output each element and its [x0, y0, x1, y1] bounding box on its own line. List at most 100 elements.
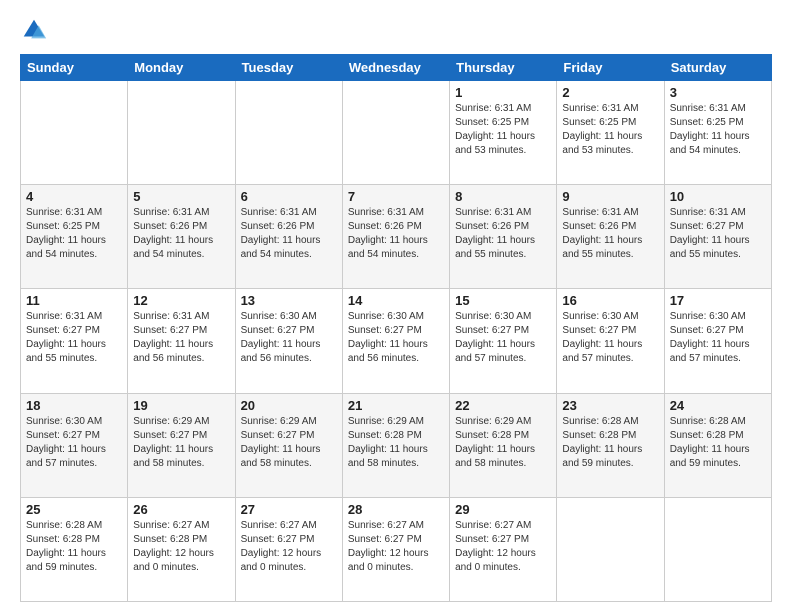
logo [20, 16, 50, 44]
day-info: Sunrise: 6:30 AM Sunset: 6:27 PM Dayligh… [562, 310, 658, 366]
day-number: 15 [455, 293, 551, 308]
week-row-5: 25 Sunrise: 6:28 AM Sunset: 6:28 PM Dayli… [21, 497, 772, 601]
day-number: 19 [133, 398, 229, 413]
day-number: 2 [562, 85, 658, 100]
day-number: 4 [26, 189, 122, 204]
day-info: Sunrise: 6:29 AM Sunset: 6:27 PM Dayligh… [241, 415, 337, 471]
day-info: Sunrise: 6:28 AM Sunset: 6:28 PM Dayligh… [26, 519, 122, 575]
day-info: Sunrise: 6:31 AM Sunset: 6:27 PM Dayligh… [133, 310, 229, 366]
day-number: 16 [562, 293, 658, 308]
day-info: Sunrise: 6:31 AM Sunset: 6:26 PM Dayligh… [348, 206, 444, 262]
day-info: Sunrise: 6:29 AM Sunset: 6:28 PM Dayligh… [348, 415, 444, 471]
day-info: Sunrise: 6:27 AM Sunset: 6:28 PM Dayligh… [133, 519, 229, 575]
day-info: Sunrise: 6:31 AM Sunset: 6:26 PM Dayligh… [133, 206, 229, 262]
day-number: 14 [348, 293, 444, 308]
calendar-cell [235, 81, 342, 185]
day-info: Sunrise: 6:28 AM Sunset: 6:28 PM Dayligh… [670, 415, 766, 471]
calendar-body: 1 Sunrise: 6:31 AM Sunset: 6:25 PM Daylig… [21, 81, 772, 602]
day-number: 23 [562, 398, 658, 413]
calendar-cell: 9 Sunrise: 6:31 AM Sunset: 6:26 PM Daylig… [557, 185, 664, 289]
calendar-cell: 13 Sunrise: 6:30 AM Sunset: 6:27 PM Dayli… [235, 289, 342, 393]
calendar-cell: 6Sunrise: 6:31 AM Sunset: 6:26 PM Daylig… [235, 185, 342, 289]
calendar-cell: 18Sunrise: 6:30 AM Sunset: 6:27 PM Dayli… [21, 393, 128, 497]
calendar-cell: 26 Sunrise: 6:27 AM Sunset: 6:28 PM Dayli… [128, 497, 235, 601]
day-info: Sunrise: 6:27 AM Sunset: 6:27 PM Dayligh… [348, 519, 444, 575]
day-info: Sunrise: 6:28 AM Sunset: 6:28 PM Dayligh… [562, 415, 658, 471]
day-info: Sunrise: 6:31 AM Sunset: 6:26 PM Dayligh… [562, 206, 658, 262]
day-info: Sunrise: 6:27 AM Sunset: 6:27 PM Dayligh… [455, 519, 551, 575]
day-number: 29 [455, 502, 551, 517]
calendar-cell: 10 Sunrise: 6:31 AM Sunset: 6:27 PM Dayli… [664, 185, 771, 289]
calendar-cell: 29 Sunrise: 6:27 AM Sunset: 6:27 PM Dayli… [450, 497, 557, 601]
week-row-2: 4 Sunrise: 6:31 AM Sunset: 6:25 PM Daylig… [21, 185, 772, 289]
day-number: 24 [670, 398, 766, 413]
calendar-cell: 25 Sunrise: 6:28 AM Sunset: 6:28 PM Dayli… [21, 497, 128, 601]
day-info: Sunrise: 6:29 AM Sunset: 6:28 PM Dayligh… [455, 415, 551, 471]
day-info: Sunrise: 6:31 AM Sunset: 6:25 PM Dayligh… [26, 206, 122, 262]
calendar-cell: 24 Sunrise: 6:28 AM Sunset: 6:28 PM Dayli… [664, 393, 771, 497]
day-info: Sunrise: 6:27 AM Sunset: 6:27 PM Dayligh… [241, 519, 337, 575]
day-header-wednesday: Wednesday [342, 55, 449, 81]
day-number: 1 [455, 85, 551, 100]
calendar-cell: 17 Sunrise: 6:30 AM Sunset: 6:27 PM Dayli… [664, 289, 771, 393]
day-info: Sunrise: 6:30 AM Sunset: 6:27 PM Dayligh… [241, 310, 337, 366]
logo-icon [20, 16, 48, 44]
day-info: Sunrise: 6:30 AM Sunset: 6:27 PM Dayligh… [348, 310, 444, 366]
day-info: Sunrise: 6:30 AM Sunset: 6:27 PM Dayligh… [670, 310, 766, 366]
calendar-cell: 22Sunrise: 6:29 AM Sunset: 6:28 PM Dayli… [450, 393, 557, 497]
day-number: 26 [133, 502, 229, 517]
day-header-sunday: Sunday [21, 55, 128, 81]
day-number: 3 [670, 85, 766, 100]
calendar-header: SundayMondayTuesdayWednesdayThursdayFrid… [21, 55, 772, 81]
calendar-cell: 3 Sunrise: 6:31 AM Sunset: 6:25 PM Daylig… [664, 81, 771, 185]
day-number: 12 [133, 293, 229, 308]
day-number: 20 [241, 398, 337, 413]
calendar-table: SundayMondayTuesdayWednesdayThursdayFrid… [20, 54, 772, 602]
day-header-thursday: Thursday [450, 55, 557, 81]
calendar-cell: 19 Sunrise: 6:29 AM Sunset: 6:27 PM Dayli… [128, 393, 235, 497]
week-row-3: 11 Sunrise: 6:31 AM Sunset: 6:27 PM Dayli… [21, 289, 772, 393]
day-number: 28 [348, 502, 444, 517]
calendar-cell: 21Sunrise: 6:29 AM Sunset: 6:28 PM Dayli… [342, 393, 449, 497]
calendar-cell: 5 Sunrise: 6:31 AM Sunset: 6:26 PM Daylig… [128, 185, 235, 289]
day-number: 18 [26, 398, 122, 413]
day-number: 11 [26, 293, 122, 308]
calendar-cell: 1Sunrise: 6:31 AM Sunset: 6:25 PM Daylig… [450, 81, 557, 185]
calendar-cell [21, 81, 128, 185]
day-number: 5 [133, 189, 229, 204]
calendar-cell [128, 81, 235, 185]
calendar-cell: 11Sunrise: 6:31 AM Sunset: 6:27 PM Dayli… [21, 289, 128, 393]
week-row-4: 18Sunrise: 6:30 AM Sunset: 6:27 PM Dayli… [21, 393, 772, 497]
calendar-cell: 16 Sunrise: 6:30 AM Sunset: 6:27 PM Dayli… [557, 289, 664, 393]
header-row: SundayMondayTuesdayWednesdayThursdayFrid… [21, 55, 772, 81]
day-header-friday: Friday [557, 55, 664, 81]
day-number: 8 [455, 189, 551, 204]
calendar-cell [664, 497, 771, 601]
calendar-cell: 8Sunrise: 6:31 AM Sunset: 6:26 PM Daylig… [450, 185, 557, 289]
day-number: 10 [670, 189, 766, 204]
day-number: 17 [670, 293, 766, 308]
day-number: 13 [241, 293, 337, 308]
calendar-cell: 14 Sunrise: 6:30 AM Sunset: 6:27 PM Dayli… [342, 289, 449, 393]
calendar-cell [557, 497, 664, 601]
calendar-cell: 23 Sunrise: 6:28 AM Sunset: 6:28 PM Dayli… [557, 393, 664, 497]
day-info: Sunrise: 6:30 AM Sunset: 6:27 PM Dayligh… [455, 310, 551, 366]
page: SundayMondayTuesdayWednesdayThursdayFrid… [0, 0, 792, 612]
day-info: Sunrise: 6:31 AM Sunset: 6:25 PM Dayligh… [670, 102, 766, 158]
calendar-cell: 27 Sunrise: 6:27 AM Sunset: 6:27 PM Dayli… [235, 497, 342, 601]
day-info: Sunrise: 6:31 AM Sunset: 6:27 PM Dayligh… [670, 206, 766, 262]
day-number: 27 [241, 502, 337, 517]
day-header-saturday: Saturday [664, 55, 771, 81]
calendar-cell: 15 Sunrise: 6:30 AM Sunset: 6:27 PM Dayli… [450, 289, 557, 393]
day-number: 9 [562, 189, 658, 204]
day-header-tuesday: Tuesday [235, 55, 342, 81]
day-info: Sunrise: 6:31 AM Sunset: 6:25 PM Dayligh… [562, 102, 658, 158]
calendar-cell: 20 Sunrise: 6:29 AM Sunset: 6:27 PM Dayli… [235, 393, 342, 497]
day-info: Sunrise: 6:29 AM Sunset: 6:27 PM Dayligh… [133, 415, 229, 471]
day-info: Sunrise: 6:31 AM Sunset: 6:26 PM Dayligh… [241, 206, 337, 262]
calendar-cell: 12 Sunrise: 6:31 AM Sunset: 6:27 PM Dayli… [128, 289, 235, 393]
day-number: 25 [26, 502, 122, 517]
calendar-cell [342, 81, 449, 185]
calendar-cell: 4 Sunrise: 6:31 AM Sunset: 6:25 PM Daylig… [21, 185, 128, 289]
calendar-cell: 28 Sunrise: 6:27 AM Sunset: 6:27 PM Dayli… [342, 497, 449, 601]
